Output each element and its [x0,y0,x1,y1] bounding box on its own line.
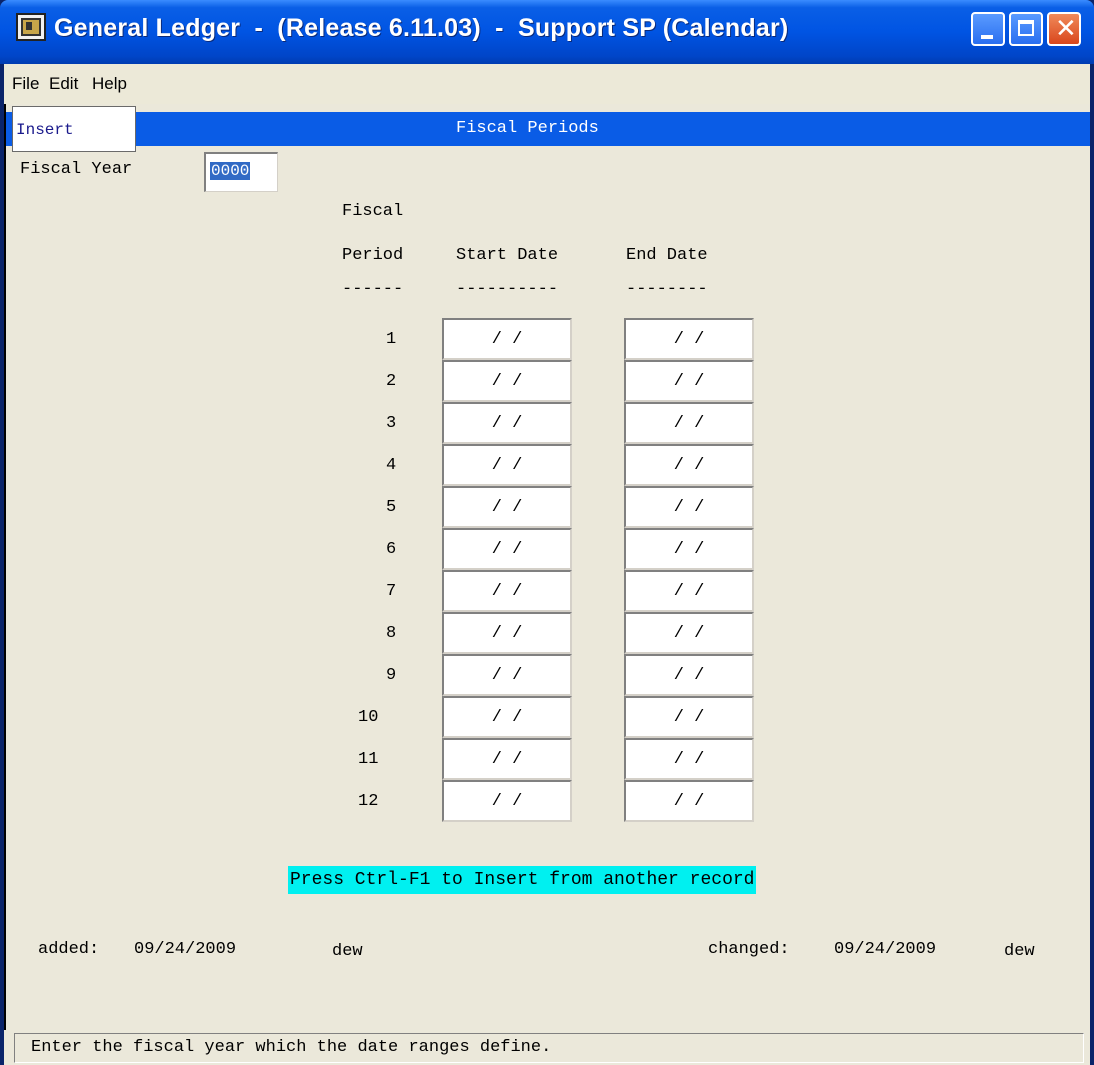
period-start-date-input[interactable]: / / [442,738,572,780]
period-number: 10 [358,708,379,727]
period-end-date-input[interactable]: / / [624,318,754,360]
period-number: 8 [386,624,397,643]
changed-date: 09/24/2009 [834,940,937,959]
period-end-date-input[interactable]: / / [624,486,754,528]
period-start-date-input[interactable]: / / [442,318,572,360]
period-end-date-value: / / [673,498,705,517]
window-title: General Ledger - (Release 6.11.03) - Sup… [54,14,789,42]
app-icon[interactable] [16,13,46,41]
period-number: 9 [386,666,397,685]
fiscal-year-input[interactable]: 0000 [204,152,278,192]
period-end-date-value: / / [673,666,705,685]
fiscal-year-label: Fiscal Year [20,160,133,179]
menu-file[interactable]: File [12,74,39,94]
period-start-date-input[interactable]: / / [442,486,572,528]
period-end-date-input[interactable]: / / [624,360,754,402]
changed-user: dew [1004,942,1035,961]
period-end-date-input[interactable]: / / [624,612,754,654]
form-header-bar: Fiscal Periods [6,112,1090,146]
period-end-date-input[interactable]: / / [624,654,754,696]
period-number: 3 [386,414,397,433]
period-start-date-value: / / [491,708,523,727]
period-end-date-input[interactable]: / / [624,528,754,570]
menu-edit[interactable]: Edit [49,74,78,94]
period-start-date-value: / / [491,330,523,349]
period-end-date-value: / / [673,330,705,349]
period-start-date-value: / / [491,498,523,517]
period-end-date-input[interactable]: / / [624,570,754,612]
col-period: Period [342,246,404,265]
changed-label: changed: [708,940,790,959]
added-user: dew [332,942,363,961]
maximize-button[interactable] [1009,12,1043,46]
rule-end: -------- [626,280,708,299]
rule-period: ------ [342,280,404,299]
period-start-date-input[interactable]: / / [442,654,572,696]
period-start-date-input[interactable]: / / [442,696,572,738]
period-start-date-value: / / [491,750,523,769]
period-end-date-input[interactable]: / / [624,402,754,444]
period-start-date-value: / / [491,372,523,391]
period-start-date-value: / / [491,582,523,601]
period-start-date-value: / / [491,540,523,559]
period-number: 7 [386,582,397,601]
period-end-date-value: / / [673,372,705,391]
rule-start: ---------- [456,280,559,299]
period-number: 4 [386,456,397,475]
app-window: General Ledger - (Release 6.11.03) - Sup… [0,0,1094,1065]
period-start-date-input[interactable]: / / [442,570,572,612]
period-start-date-value: / / [491,456,523,475]
period-end-date-value: / / [673,624,705,643]
menu-help[interactable]: Help [92,74,127,94]
period-end-date-input[interactable]: / / [624,780,754,822]
period-end-date-value: / / [673,414,705,433]
form-heading: Fiscal Periods [456,119,599,138]
menu-bar: File Edit Help [4,64,1090,104]
period-end-date-input[interactable]: / / [624,696,754,738]
title-bar[interactable]: General Ledger - (Release 6.11.03) - Sup… [0,0,1094,64]
period-number: 5 [386,498,397,517]
period-number: 6 [386,540,397,559]
period-number: 11 [358,750,379,769]
period-end-date-value: / / [673,750,705,769]
col-start-date: Start Date [456,246,559,265]
period-start-date-value: / / [491,666,523,685]
period-start-date-input[interactable]: / / [442,612,572,654]
period-number: 12 [358,792,379,811]
period-end-date-input[interactable]: / / [624,444,754,486]
minimize-button[interactable] [971,12,1005,46]
period-start-date-value: / / [491,792,523,811]
status-text: Enter the fiscal year which the date ran… [31,1038,552,1057]
period-start-date-input[interactable]: / / [442,444,572,486]
insert-hint: Press Ctrl-F1 to Insert from another rec… [288,866,757,894]
period-end-date-value: / / [673,456,705,475]
period-number: 1 [386,330,397,349]
period-end-date-input[interactable]: / / [624,738,754,780]
period-start-date-value: / / [491,624,523,643]
period-start-date-input[interactable]: / / [442,780,572,822]
added-label: added: [38,940,100,959]
status-bar: Enter the fiscal year which the date ran… [14,1033,1084,1063]
period-end-date-value: / / [673,582,705,601]
period-number: 2 [386,372,397,391]
mode-indicator: Insert [12,106,136,152]
period-end-date-value: / / [673,792,705,811]
period-end-date-value: / / [673,540,705,559]
close-button[interactable]: ✕ [1047,12,1081,46]
added-date: 09/24/2009 [134,940,237,959]
period-end-date-value: / / [673,708,705,727]
mode-label: Insert [16,121,74,139]
col-end-date: End Date [626,246,708,265]
period-start-date-input[interactable]: / / [442,360,572,402]
period-start-date-input[interactable]: / / [442,528,572,570]
close-icon: ✕ [1055,14,1077,44]
fiscal-year-value: 0000 [210,162,251,180]
period-start-date-input[interactable]: / / [442,402,572,444]
period-start-date-value: / / [491,414,523,433]
col-period-top: Fiscal [342,202,404,221]
